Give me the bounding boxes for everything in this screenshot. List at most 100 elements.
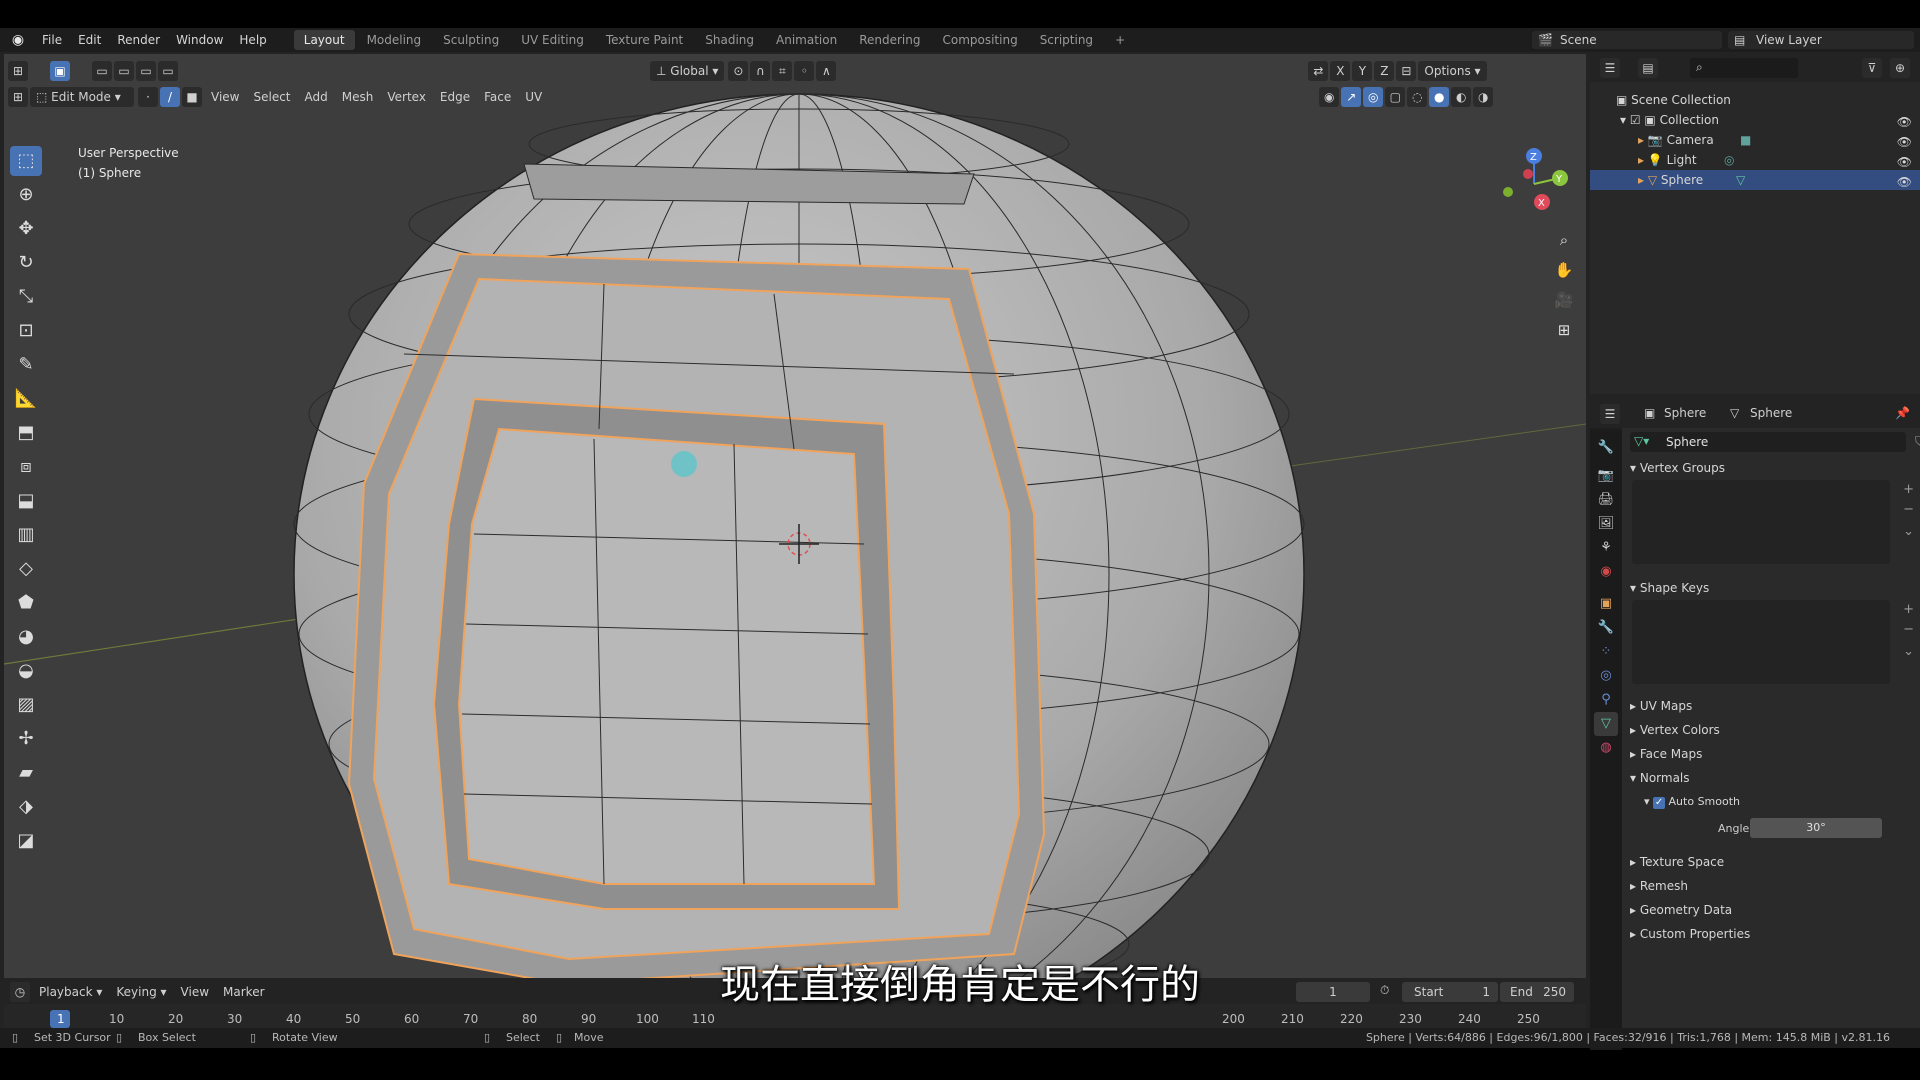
- options-dropdown[interactable]: Options ▾: [1418, 61, 1487, 81]
- shrink-fatten-tool-icon[interactable]: ✢: [10, 724, 42, 754]
- material-tab-icon[interactable]: ◍: [1594, 736, 1618, 760]
- tab-modeling[interactable]: Modeling: [357, 30, 432, 50]
- outliner-item-sphere[interactable]: ▸ ▽ Sphere ▽ 👁: [1590, 170, 1920, 190]
- tab-texture-paint[interactable]: Texture Paint: [596, 30, 693, 50]
- menu-window[interactable]: Window: [168, 28, 231, 52]
- output-tab-icon[interactable]: 🖨: [1594, 488, 1618, 512]
- bevel-tool-icon[interactable]: ⬓: [10, 486, 42, 516]
- tab-compositing[interactable]: Compositing: [932, 30, 1027, 50]
- world-tab-icon[interactable]: ◉: [1594, 560, 1618, 584]
- mode-subtract-icon[interactable]: ▭: [136, 61, 156, 81]
- panel-vertex-colors[interactable]: ▸ Vertex Colors: [1630, 720, 1720, 740]
- poly-build-tool-icon[interactable]: ⬟: [10, 588, 42, 618]
- overlay-icon[interactable]: ◎: [1363, 87, 1384, 107]
- angle-field[interactable]: 30°: [1750, 818, 1882, 838]
- tab-layout[interactable]: Layout: [293, 30, 355, 50]
- vertex-group-menu-icon[interactable]: ⌄: [1903, 524, 1914, 539]
- mode-invert-icon[interactable]: ▭: [158, 61, 178, 81]
- light-visibility-eye-icon[interactable]: 👁: [1897, 152, 1912, 172]
- pivot-point-icon[interactable]: ⊙: [728, 61, 749, 81]
- new-collection-icon[interactable]: ⊕: [1890, 58, 1910, 78]
- menu-help[interactable]: Help: [231, 28, 274, 52]
- transform-orientation-dropdown[interactable]: ⊥ Global ▾: [650, 61, 725, 81]
- loop-cut-tool-icon[interactable]: ▥: [10, 520, 42, 550]
- material-shading-icon[interactable]: ◐: [1451, 87, 1472, 107]
- select-tool-icon[interactable]: ⬚: [10, 146, 42, 176]
- auto-merge-icon[interactable]: ⊟: [1396, 61, 1417, 81]
- menu-select[interactable]: Select: [246, 90, 297, 104]
- edge-select-icon[interactable]: /: [160, 87, 180, 107]
- collection-checkbox[interactable]: ☑: [1630, 113, 1645, 127]
- snap-icon[interactable]: ∩: [750, 61, 771, 81]
- axis-x-toggle[interactable]: X: [1330, 61, 1351, 81]
- xray-icon[interactable]: ▢: [1385, 87, 1406, 107]
- vertex-group-remove-button[interactable]: −: [1903, 502, 1914, 517]
- mesh-data-tab-icon[interactable]: ▽: [1594, 712, 1618, 736]
- wireframe-shading-icon[interactable]: ◌: [1407, 87, 1428, 107]
- camera-visibility-eye-icon[interactable]: 👁: [1897, 132, 1912, 152]
- mode-new-icon[interactable]: ▭: [92, 61, 112, 81]
- menu-render[interactable]: Render: [109, 28, 168, 52]
- face-select-icon[interactable]: ■: [182, 87, 202, 107]
- add-cube-tool-icon[interactable]: ◪: [10, 826, 42, 856]
- tab-uv-editing[interactable]: UV Editing: [511, 30, 594, 50]
- panel-texture-space[interactable]: ▸ Texture Space: [1630, 852, 1724, 872]
- axis-y-toggle[interactable]: Y: [1352, 61, 1373, 81]
- panel-remesh[interactable]: ▸ Remesh: [1630, 876, 1688, 896]
- properties-editor-icon[interactable]: ☰: [1600, 404, 1620, 424]
- navigation-gizmo[interactable]: Z Y X: [1494, 144, 1574, 224]
- constraints-tab-icon[interactable]: ⚲: [1594, 688, 1618, 712]
- rip-tool-icon[interactable]: ⬗: [10, 792, 42, 822]
- menu-file[interactable]: File: [34, 28, 70, 52]
- fake-user-shield-icon[interactable]: ⛉: [1915, 434, 1920, 449]
- shape-key-remove-button[interactable]: −: [1903, 622, 1914, 637]
- smooth-tool-icon[interactable]: ◒: [10, 656, 42, 686]
- menu-edge[interactable]: Edge: [433, 90, 477, 104]
- auto-smooth-checkbox[interactable]: ✓: [1653, 797, 1666, 809]
- panel-uv-maps[interactable]: ▸ UV Maps: [1630, 696, 1692, 716]
- tab-sculpting[interactable]: Sculpting: [433, 30, 509, 50]
- move-tool-icon[interactable]: ✥: [10, 214, 42, 244]
- shape-key-add-button[interactable]: +: [1903, 602, 1914, 617]
- editor-type-icon[interactable]: ⊞: [8, 61, 28, 81]
- edge-slide-tool-icon[interactable]: ▨: [10, 690, 42, 720]
- tab-animation[interactable]: Animation: [766, 30, 847, 50]
- outliner-editor-icon[interactable]: ☰: [1600, 58, 1620, 78]
- cursor-tool-icon[interactable]: ⊕: [10, 180, 42, 210]
- rotate-tool-icon[interactable]: ↻: [10, 248, 42, 278]
- particles-tab-icon[interactable]: ⁘: [1594, 640, 1618, 664]
- scene-tab-icon[interactable]: ⚘: [1594, 536, 1618, 560]
- visibility-icon[interactable]: ◉: [1319, 87, 1340, 107]
- proportional-edit-icon[interactable]: ◦: [794, 61, 815, 81]
- panel-shape-keys[interactable]: ▾ Shape Keys: [1630, 578, 1709, 598]
- vertex-select-icon[interactable]: ·: [138, 87, 158, 107]
- measure-tool-icon[interactable]: 📐: [10, 384, 42, 414]
- snap-target-icon[interactable]: ⌗: [772, 61, 793, 81]
- object-tab-icon[interactable]: ▣: [1594, 592, 1618, 616]
- menu-view[interactable]: View: [204, 90, 246, 104]
- menu-add[interactable]: Add: [298, 90, 335, 104]
- menu-mesh[interactable]: Mesh: [335, 90, 381, 104]
- sphere-visibility-eye-icon[interactable]: 👁: [1897, 172, 1912, 192]
- menu-face[interactable]: Face: [477, 90, 518, 104]
- mesh-name-field[interactable]: ▽▾ Sphere ⛉: [1630, 432, 1920, 452]
- menu-vertex[interactable]: Vertex: [380, 90, 433, 104]
- falloff-icon[interactable]: ∧: [816, 61, 837, 81]
- panel-normals[interactable]: ▾ Normals: [1630, 768, 1690, 788]
- tab-scripting[interactable]: Scripting: [1030, 30, 1103, 50]
- collection-visibility-eye-icon[interactable]: 👁: [1897, 112, 1912, 132]
- transform-tool-icon[interactable]: ⊡: [10, 316, 42, 346]
- display-mode-icon[interactable]: ▤: [1638, 58, 1658, 78]
- panel-vertex-groups[interactable]: ▾ Vertex Groups: [1630, 458, 1725, 478]
- outliner-collection[interactable]: ▾ ☑ ▣ Collection 👁: [1590, 110, 1920, 130]
- axis-z-toggle[interactable]: Z: [1374, 61, 1395, 81]
- render-tab-icon[interactable]: 📷: [1594, 464, 1618, 488]
- shape-keys-list[interactable]: [1632, 600, 1890, 684]
- modifier-tab-icon[interactable]: 🔧: [1594, 616, 1618, 640]
- blender-logo-icon[interactable]: ◉: [10, 32, 26, 48]
- extrude-tool-icon[interactable]: ⬒: [10, 418, 42, 448]
- menu-uv[interactable]: UV: [518, 90, 549, 104]
- filter-icon[interactable]: ⊽: [1862, 58, 1882, 78]
- knife-tool-icon[interactable]: ◇: [10, 554, 42, 584]
- pin-icon[interactable]: 📌: [1895, 406, 1910, 420]
